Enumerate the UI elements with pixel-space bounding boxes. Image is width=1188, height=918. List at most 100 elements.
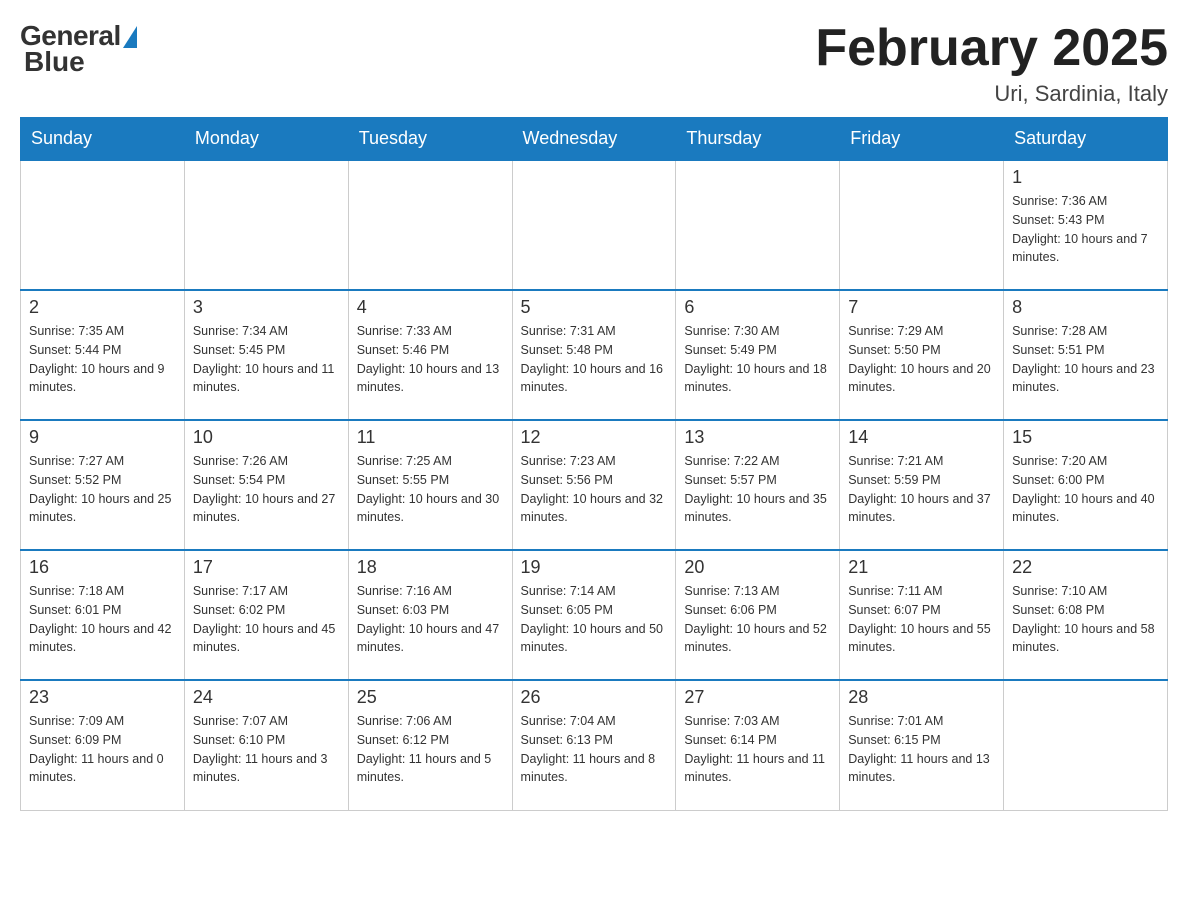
day-number: 19 [521,557,668,578]
day-info: Sunrise: 7:28 AMSunset: 5:51 PMDaylight:… [1012,322,1159,397]
day-info: Sunrise: 7:33 AMSunset: 5:46 PMDaylight:… [357,322,504,397]
day-info: Sunrise: 7:25 AMSunset: 5:55 PMDaylight:… [357,452,504,527]
title-area: February 2025 Uri, Sardinia, Italy [815,20,1168,107]
calendar-day-cell: 28 Sunrise: 7:01 AMSunset: 6:15 PMDayligh… [840,680,1004,810]
day-number: 1 [1012,167,1159,188]
day-number: 20 [684,557,831,578]
calendar-day-cell: 21 Sunrise: 7:11 AMSunset: 6:07 PMDayligh… [840,550,1004,680]
day-info: Sunrise: 7:03 AMSunset: 6:14 PMDaylight:… [684,712,831,787]
logo-blue-text: Blue [24,46,85,78]
day-number: 24 [193,687,340,708]
day-number: 3 [193,297,340,318]
calendar-day-cell: 8 Sunrise: 7:28 AMSunset: 5:51 PMDaylight… [1004,290,1168,420]
day-info: Sunrise: 7:06 AMSunset: 6:12 PMDaylight:… [357,712,504,787]
logo-triangle-icon [123,26,137,48]
day-info: Sunrise: 7:30 AMSunset: 5:49 PMDaylight:… [684,322,831,397]
calendar-day-cell [512,160,676,290]
calendar-day-cell: 4 Sunrise: 7:33 AMSunset: 5:46 PMDaylight… [348,290,512,420]
calendar-day-cell: 24 Sunrise: 7:07 AMSunset: 6:10 PMDayligh… [184,680,348,810]
calendar-day-cell: 9Sunrise: 7:27 AMSunset: 5:52 PMDaylight… [21,420,185,550]
day-of-week-header: Tuesday [348,118,512,161]
day-of-week-header: Saturday [1004,118,1168,161]
day-info: Sunrise: 7:26 AMSunset: 5:54 PMDaylight:… [193,452,340,527]
month-title: February 2025 [815,20,1168,77]
day-number: 6 [684,297,831,318]
calendar-day-cell [348,160,512,290]
day-info: Sunrise: 7:22 AMSunset: 5:57 PMDaylight:… [684,452,831,527]
day-of-week-header: Friday [840,118,1004,161]
day-info: Sunrise: 7:13 AMSunset: 6:06 PMDaylight:… [684,582,831,657]
calendar-day-cell [1004,680,1168,810]
location: Uri, Sardinia, Italy [815,81,1168,107]
logo: General Blue [20,20,137,78]
calendar-day-cell: 6 Sunrise: 7:30 AMSunset: 5:49 PMDaylight… [676,290,840,420]
day-info: Sunrise: 7:31 AMSunset: 5:48 PMDaylight:… [521,322,668,397]
calendar-day-cell: 10 Sunrise: 7:26 AMSunset: 5:54 PMDayligh… [184,420,348,550]
day-number: 7 [848,297,995,318]
day-of-week-header: Thursday [676,118,840,161]
calendar-day-cell: 2 Sunrise: 7:35 AMSunset: 5:44 PMDaylight… [21,290,185,420]
calendar-day-cell: 13 Sunrise: 7:22 AMSunset: 5:57 PMDayligh… [676,420,840,550]
day-number: 14 [848,427,995,448]
day-info: Sunrise: 7:18 AMSunset: 6:01 PMDaylight:… [29,582,176,657]
calendar-day-cell: 3 Sunrise: 7:34 AMSunset: 5:45 PMDaylight… [184,290,348,420]
calendar-day-cell: 14 Sunrise: 7:21 AMSunset: 5:59 PMDayligh… [840,420,1004,550]
calendar-day-cell: 19 Sunrise: 7:14 AMSunset: 6:05 PMDayligh… [512,550,676,680]
day-info: Sunrise: 7:11 AMSunset: 6:07 PMDaylight:… [848,582,995,657]
calendar-day-cell [676,160,840,290]
day-info: Sunrise: 7:21 AMSunset: 5:59 PMDaylight:… [848,452,995,527]
calendar-day-cell: 15 Sunrise: 7:20 AMSunset: 6:00 PMDayligh… [1004,420,1168,550]
day-info: Sunrise: 7:07 AMSunset: 6:10 PMDaylight:… [193,712,340,787]
day-of-week-header: Sunday [21,118,185,161]
day-number: 22 [1012,557,1159,578]
calendar-day-cell: 11 Sunrise: 7:25 AMSunset: 5:55 PMDayligh… [348,420,512,550]
day-info: Sunrise: 7:23 AMSunset: 5:56 PMDaylight:… [521,452,668,527]
day-info: Sunrise: 7:36 AMSunset: 5:43 PMDaylight:… [1012,192,1159,267]
day-number: 16 [29,557,176,578]
day-number: 2 [29,297,176,318]
calendar-header-row: SundayMondayTuesdayWednesdayThursdayFrid… [21,118,1168,161]
calendar-week-row: 9Sunrise: 7:27 AMSunset: 5:52 PMDaylight… [21,420,1168,550]
day-number: 12 [521,427,668,448]
calendar-day-cell: 17 Sunrise: 7:17 AMSunset: 6:02 PMDayligh… [184,550,348,680]
calendar-day-cell [840,160,1004,290]
page-header: General Blue February 2025 Uri, Sardinia… [20,20,1168,107]
day-number: 28 [848,687,995,708]
calendar-day-cell: 25Sunrise: 7:06 AMSunset: 6:12 PMDayligh… [348,680,512,810]
calendar-day-cell: 20 Sunrise: 7:13 AMSunset: 6:06 PMDayligh… [676,550,840,680]
day-number: 11 [357,427,504,448]
calendar-day-cell: 16 Sunrise: 7:18 AMSunset: 6:01 PMDayligh… [21,550,185,680]
calendar-day-cell: 23Sunrise: 7:09 AMSunset: 6:09 PMDayligh… [21,680,185,810]
calendar-day-cell [21,160,185,290]
day-info: Sunrise: 7:10 AMSunset: 6:08 PMDaylight:… [1012,582,1159,657]
calendar-day-cell: 5 Sunrise: 7:31 AMSunset: 5:48 PMDaylight… [512,290,676,420]
day-number: 27 [684,687,831,708]
calendar-day-cell: 18Sunrise: 7:16 AMSunset: 6:03 PMDayligh… [348,550,512,680]
day-number: 17 [193,557,340,578]
calendar-week-row: 1 Sunrise: 7:36 AMSunset: 5:43 PMDaylight… [21,160,1168,290]
calendar-week-row: 16 Sunrise: 7:18 AMSunset: 6:01 PMDayligh… [21,550,1168,680]
day-number: 8 [1012,297,1159,318]
day-number: 5 [521,297,668,318]
calendar-day-cell: 26Sunrise: 7:04 AMSunset: 6:13 PMDayligh… [512,680,676,810]
day-info: Sunrise: 7:01 AMSunset: 6:15 PMDaylight:… [848,712,995,787]
day-number: 23 [29,687,176,708]
day-number: 10 [193,427,340,448]
day-number: 18 [357,557,504,578]
day-of-week-header: Wednesday [512,118,676,161]
day-number: 9 [29,427,176,448]
day-info: Sunrise: 7:14 AMSunset: 6:05 PMDaylight:… [521,582,668,657]
day-info: Sunrise: 7:29 AMSunset: 5:50 PMDaylight:… [848,322,995,397]
day-number: 13 [684,427,831,448]
day-info: Sunrise: 7:17 AMSunset: 6:02 PMDaylight:… [193,582,340,657]
day-number: 4 [357,297,504,318]
day-info: Sunrise: 7:20 AMSunset: 6:00 PMDaylight:… [1012,452,1159,527]
day-number: 15 [1012,427,1159,448]
day-number: 21 [848,557,995,578]
day-info: Sunrise: 7:35 AMSunset: 5:44 PMDaylight:… [29,322,176,397]
day-info: Sunrise: 7:34 AMSunset: 5:45 PMDaylight:… [193,322,340,397]
calendar-day-cell: 27 Sunrise: 7:03 AMSunset: 6:14 PMDayligh… [676,680,840,810]
calendar-day-cell [184,160,348,290]
calendar-day-cell: 22 Sunrise: 7:10 AMSunset: 6:08 PMDayligh… [1004,550,1168,680]
calendar-week-row: 2 Sunrise: 7:35 AMSunset: 5:44 PMDaylight… [21,290,1168,420]
